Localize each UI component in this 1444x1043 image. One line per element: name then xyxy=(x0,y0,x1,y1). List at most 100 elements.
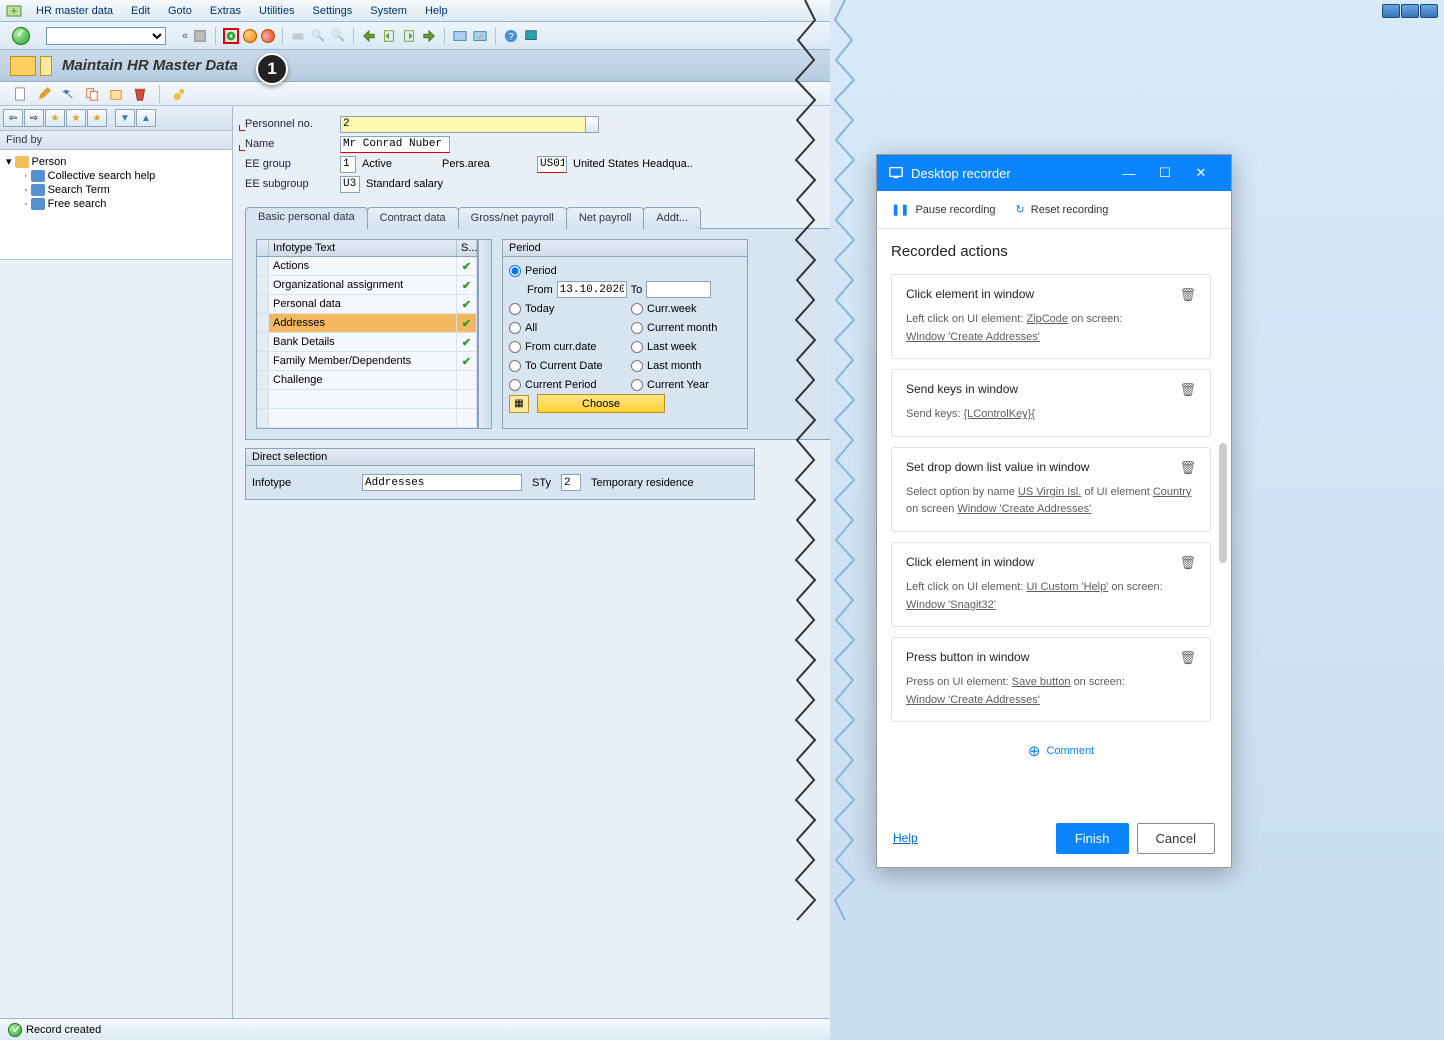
chevrons-icon[interactable]: « xyxy=(182,30,188,42)
exit-icon[interactable] xyxy=(243,29,257,43)
radio-today[interactable] xyxy=(509,303,521,315)
radio-lastweek[interactable] xyxy=(631,341,643,353)
trash-icon[interactable]: 🗑 xyxy=(1179,382,1196,398)
row-orgassign[interactable]: Organizational assignment✔ xyxy=(257,276,477,295)
tab-addt[interactable]: Addt... xyxy=(643,207,701,229)
trash-icon[interactable]: 🗑 xyxy=(1179,287,1196,303)
cancel-icon[interactable] xyxy=(261,29,275,43)
cancel-button[interactable]: Cancel xyxy=(1137,823,1215,854)
last-icon[interactable] xyxy=(421,28,437,44)
delete-icon[interactable] xyxy=(132,86,148,102)
row-empty[interactable] xyxy=(257,390,477,409)
nav-fav3-icon[interactable]: ★ xyxy=(87,109,107,127)
nav-fav2-icon[interactable]: ★ xyxy=(66,109,86,127)
recorder-scrollbar[interactable] xyxy=(1215,243,1227,795)
action-element[interactable]: Save button xyxy=(1012,676,1071,688)
save-icon[interactable] xyxy=(192,28,208,44)
row-family[interactable]: Family Member/Dependents✔ xyxy=(257,352,477,371)
reset-recording[interactable]: ↻Reset recording xyxy=(1016,203,1109,216)
session-icon[interactable] xyxy=(452,28,468,44)
tab-contract[interactable]: Contract data xyxy=(367,207,459,229)
eegroup-input[interactable] xyxy=(340,156,356,173)
persarea-input[interactable] xyxy=(537,156,567,173)
print-icon[interactable] xyxy=(290,28,306,44)
recorder-maximize[interactable]: ☐ xyxy=(1147,155,1183,191)
infotype-input[interactable] xyxy=(362,474,522,491)
action-element[interactable]: UI Custom 'Help' xyxy=(1026,581,1108,593)
tree-collective[interactable]: ·Collective search help xyxy=(6,169,226,183)
tree-person[interactable]: ▾Person xyxy=(6,154,226,169)
delimit-icon[interactable] xyxy=(108,86,124,102)
minimize-button[interactable] xyxy=(1382,4,1400,18)
radio-lastmonth[interactable] xyxy=(631,360,643,372)
action-element[interactable]: ZipCode xyxy=(1026,313,1068,325)
action-window[interactable]: Window 'Create Addresses' xyxy=(906,331,1040,343)
pause-recording[interactable]: ❚❚Pause recording xyxy=(891,203,996,216)
action-option[interactable]: US Virgin Isl. xyxy=(1018,486,1081,498)
row-empty[interactable] xyxy=(257,409,477,428)
enter-icon[interactable] xyxy=(12,27,30,45)
radio-all[interactable] xyxy=(509,322,521,334)
action-window[interactable]: Window 'Create Addresses' xyxy=(957,503,1091,515)
display-icon[interactable] xyxy=(60,86,76,102)
action-element[interactable]: Country xyxy=(1153,486,1192,498)
trash-icon[interactable]: 🗑 xyxy=(1179,555,1196,571)
row-addresses[interactable]: Addresses✔ xyxy=(257,314,477,333)
row-personal[interactable]: Personal data✔ xyxy=(257,295,477,314)
close-button[interactable] xyxy=(1420,4,1438,18)
create-icon[interactable] xyxy=(12,86,28,102)
layout-icon[interactable] xyxy=(523,28,539,44)
help-icon[interactable]: ? xyxy=(503,28,519,44)
finish-button[interactable]: Finish xyxy=(1056,823,1129,854)
action-card-3[interactable]: 🗑 Set drop down list value in window Sel… xyxy=(891,447,1211,532)
row-actions[interactable]: Actions✔ xyxy=(257,257,477,276)
action-keys[interactable]: {LControlKey}{ xyxy=(963,408,1035,420)
nav-down-icon[interactable]: ▼ xyxy=(115,109,135,127)
trash-icon[interactable]: 🗑 xyxy=(1179,460,1196,476)
nav-up-icon[interactable]: ▲ xyxy=(136,109,156,127)
menu-edit[interactable]: Edit xyxy=(123,3,158,19)
shortcut-icon[interactable] xyxy=(472,28,488,44)
menu-settings[interactable]: Settings xyxy=(305,3,361,19)
action-card-1[interactable]: 🗑 Click element in window Left click on … xyxy=(891,274,1211,359)
find-next-icon[interactable]: 🔍 xyxy=(330,28,346,44)
radio-currperiod[interactable] xyxy=(509,379,521,391)
from-date-input[interactable] xyxy=(557,281,627,298)
name-input[interactable] xyxy=(340,136,450,153)
find-icon[interactable]: 🔍 xyxy=(310,28,326,44)
action-window[interactable]: Window 'Snagit32' xyxy=(906,599,996,611)
eesub-input[interactable] xyxy=(340,176,360,193)
recorder-close[interactable]: ✕ xyxy=(1183,155,1219,191)
choose-icon[interactable]: ▦ xyxy=(509,395,529,413)
menu-help[interactable]: Help xyxy=(417,3,456,19)
radio-tocurr[interactable] xyxy=(509,360,521,372)
maximize-button[interactable] xyxy=(1401,4,1419,18)
table-scrollbar[interactable] xyxy=(478,239,492,429)
overview-icon[interactable] xyxy=(171,86,187,102)
add-comment[interactable]: ⊕Comment xyxy=(891,732,1231,770)
back-icon[interactable] xyxy=(223,28,239,44)
action-card-4[interactable]: 🗑 Click element in window Left click on … xyxy=(891,542,1211,627)
nav-fwd-icon[interactable]: ⇨ xyxy=(24,109,44,127)
to-date-input[interactable] xyxy=(646,281,711,298)
edit-icon[interactable] xyxy=(36,86,52,102)
action-window[interactable]: Window 'Create Addresses' xyxy=(906,694,1040,706)
help-link[interactable]: Help xyxy=(893,831,918,845)
title-dropdown-icon[interactable] xyxy=(40,56,52,76)
row-challenge[interactable]: Challenge xyxy=(257,371,477,390)
tab-gross[interactable]: Gross/net payroll xyxy=(458,207,567,229)
action-card-2[interactable]: 🗑 Send keys in window Send keys: {LContr… xyxy=(891,369,1211,437)
menu-goto[interactable]: Goto xyxy=(160,3,200,19)
menu-system[interactable]: System xyxy=(362,3,415,19)
copy-icon[interactable] xyxy=(84,86,100,102)
menu-hr[interactable]: HR master data xyxy=(28,3,121,19)
tab-net[interactable]: Net payroll xyxy=(566,207,645,229)
choose-button[interactable]: Choose xyxy=(537,394,665,413)
row-bank[interactable]: Bank Details✔ xyxy=(257,333,477,352)
radio-currweek[interactable] xyxy=(631,303,643,315)
prev-icon[interactable] xyxy=(381,28,397,44)
menu-utilities[interactable]: Utilities xyxy=(251,3,302,19)
next-icon[interactable] xyxy=(401,28,417,44)
menu-extras[interactable]: Extras xyxy=(202,3,249,19)
tree-free-search[interactable]: ·Free search xyxy=(6,197,226,211)
